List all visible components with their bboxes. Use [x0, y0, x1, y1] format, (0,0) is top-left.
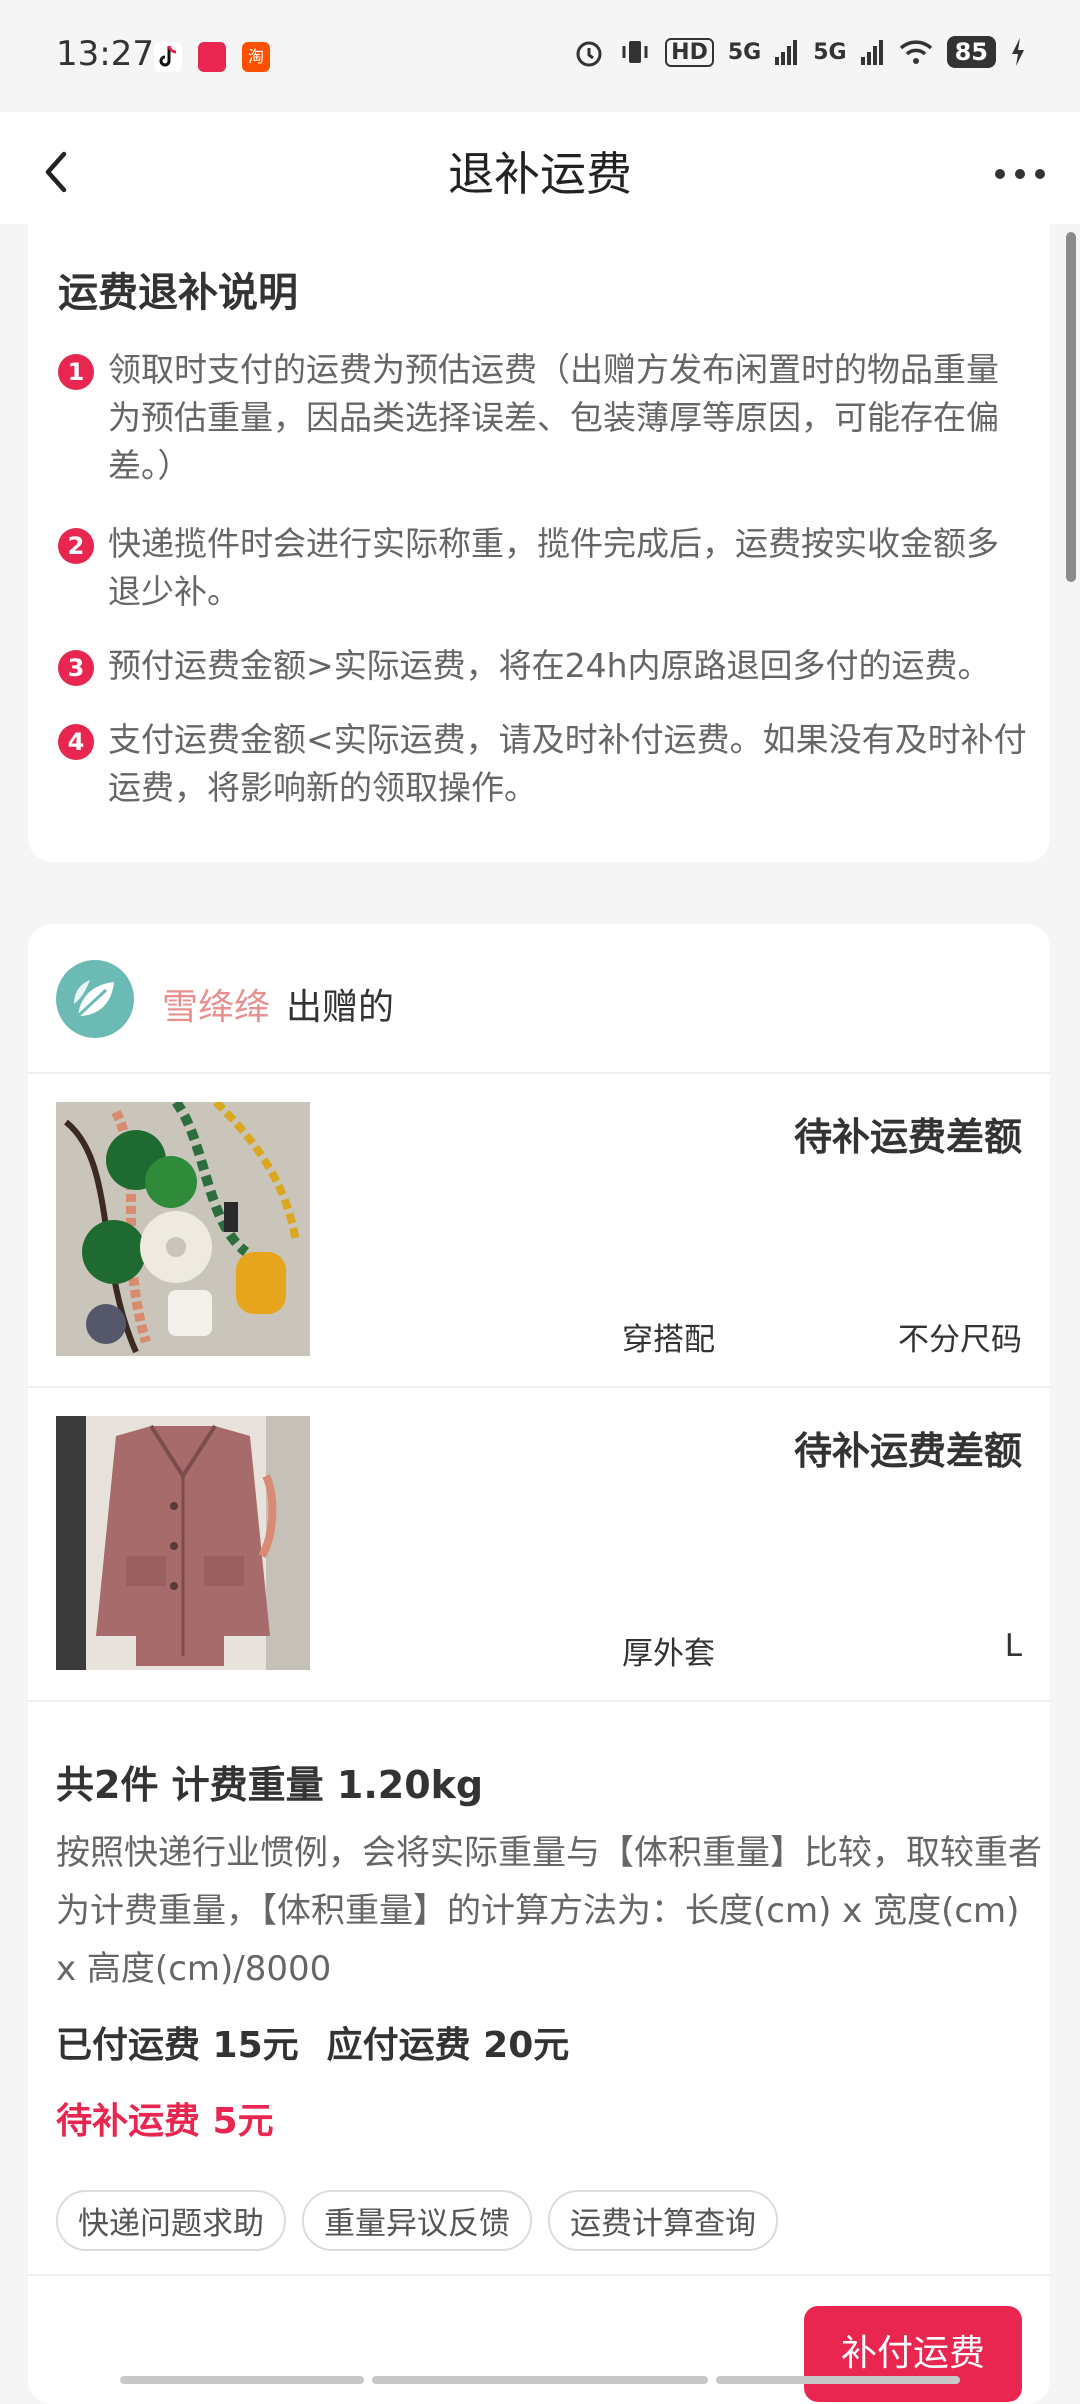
shipping-rules-card: 运费退补说明 1 领取时支付的运费为预估运费（出赠方发布闲置时的物品重量为预估重…	[28, 210, 1050, 862]
order-card: 雪绛绛 出赠的 待补运费差额 穿搭配 不分尺码 待补运费差额 厚外套 L 共2件…	[28, 924, 1050, 2404]
rule-text: 快递揽件时会进行实际称重，揽件完成后，运费按实收金额多退少补。	[108, 524, 999, 611]
rule-number-badge: 3	[58, 650, 94, 686]
network-5g-2: 5G	[813, 39, 847, 65]
item-size: L	[1004, 1628, 1022, 1664]
tag-express-help[interactable]: 快递问题求助	[56, 2190, 286, 2251]
rule-item: 2 快递揽件时会进行实际称重，揽件完成后，运费按实收金额多退少补。	[58, 520, 1048, 616]
due-fee: 应付运费 20元	[326, 2025, 570, 2066]
home-indicator	[716, 2376, 960, 2384]
weight-explanation: 按照快递行业惯例，会将实际重量与【体积重量】比较，取较重者为计费重量，【体积重量…	[56, 1833, 1042, 1989]
seller-suffix: 出赠的	[286, 987, 395, 1028]
tag-weight-dispute[interactable]: 重量异议反馈	[302, 2190, 532, 2251]
signal-icon	[775, 40, 798, 65]
pending-fee: 待补运费 5元	[56, 2101, 274, 2142]
rule-item: 1 领取时支付的运费为预估运费（出赠方发布闲置时的物品重量为预估重量，因品类选择…	[58, 346, 1048, 490]
divider	[28, 1386, 1050, 1388]
seller-avatar[interactable]	[56, 960, 134, 1038]
hd-badge: HD	[665, 37, 714, 67]
alarm-icon	[576, 41, 602, 67]
item-status: 待补运费差额	[793, 1115, 1022, 1159]
item-category: 厚外套	[622, 1636, 715, 1672]
leaf-logo-icon	[74, 980, 114, 1018]
item-size: 不分尺码	[898, 1322, 1022, 1358]
help-tags: 快递问题求助 重量异议反馈 运费计算查询	[56, 2190, 778, 2251]
rule-item: 4 支付运费金额<实际运费，请及时补付运费。如果没有及时补付运费，将影响新的领取…	[58, 716, 1048, 812]
home-indicator	[120, 2376, 364, 2384]
fee-line: 已付运费 15元 应付运费 20元	[56, 2016, 569, 2068]
scrollbar[interactable]	[1066, 232, 1076, 582]
wifi-icon	[899, 40, 932, 64]
nav-bar: 退补运费	[0, 112, 1080, 224]
tiktok-icon	[154, 42, 182, 72]
rules-title: 运费退补说明	[58, 270, 298, 316]
item-category: 穿搭配	[622, 1322, 715, 1358]
taobao-icon: 淘	[242, 42, 270, 72]
item-status: 待补运费差额	[793, 1429, 1022, 1473]
rule-text: 预付运费金额>实际运费，将在24h内原路退回多付的运费。	[108, 646, 991, 685]
battery-level: 85	[946, 36, 996, 68]
item-image-jewelry[interactable]	[56, 1102, 310, 1356]
rule-number-badge: 2	[58, 528, 94, 564]
rule-text: 支付运费金额<实际运费，请及时补付运费。如果没有及时补付运费，将影响新的领取操作…	[108, 720, 1027, 807]
network-5g-1: 5G	[727, 39, 762, 65]
charging-icon	[1012, 38, 1024, 66]
signal-icon-2	[860, 40, 883, 65]
vibrate-icon	[622, 41, 648, 63]
rule-item: 3 预付运费金额>实际运费，将在24h内原路退回多付的运费。	[58, 642, 1048, 690]
page-title: 退补运费	[448, 147, 632, 201]
seller-name[interactable]: 雪绛绛	[162, 978, 270, 1030]
rule-number-badge: 4	[58, 724, 94, 760]
more-button[interactable]	[984, 142, 1056, 192]
rule-text: 领取时支付的运费为预估运费（出赠方发布闲置时的物品重量为预估重量，因品类选择误差…	[108, 350, 999, 485]
divider	[28, 2274, 1050, 2276]
home-indicator	[372, 2376, 708, 2384]
status-indicators: HD 5G 5G 85	[573, 36, 1026, 68]
divider	[28, 1700, 1050, 1702]
status-bar: 13:27 淘 HD 5G 5G 85	[0, 0, 1080, 112]
taobao-shop-icon	[198, 42, 226, 72]
item-image-coat[interactable]	[56, 1416, 310, 1670]
divider	[28, 1072, 1050, 1074]
tag-fee-query[interactable]: 运费计算查询	[548, 2190, 778, 2251]
paid-fee: 已付运费 15元	[56, 2025, 299, 2066]
weight-summary: 共2件 计费重量 1.20kg	[56, 1763, 484, 1807]
rule-number-badge: 1	[58, 354, 94, 390]
status-time: 13:27	[56, 34, 154, 74]
more-dots-icon	[995, 169, 1045, 179]
